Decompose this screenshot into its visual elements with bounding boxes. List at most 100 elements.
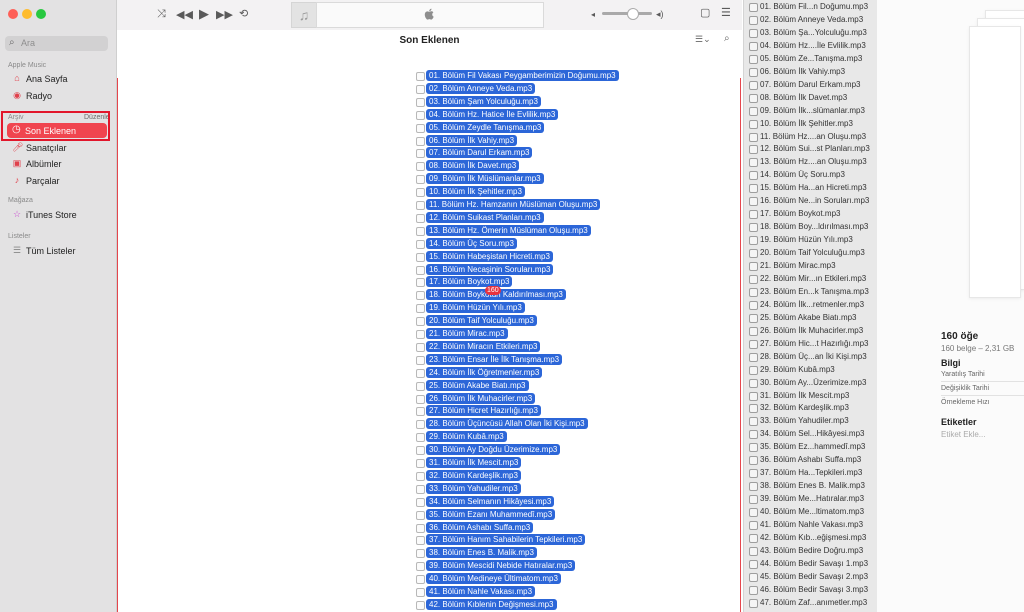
list-item[interactable]: 35. Bölüm Ez...hammedî.mp3 xyxy=(744,440,877,453)
list-item[interactable]: 24. Bölüm İlk...retmenler.mp3 xyxy=(744,298,877,311)
list-item[interactable]: 44. Bölüm Bedir Savaşı 1.mp3 xyxy=(744,557,877,570)
sidebar-item-label: Sanatçılar xyxy=(26,143,67,153)
section-playlists: Listeler xyxy=(8,233,31,240)
file-icon xyxy=(416,342,425,352)
list-item[interactable]: 10. Bölüm İlk Şehitler.mp3 xyxy=(744,117,877,130)
list-item[interactable]: 12. Bölüm Sui...st Planları.mp3 xyxy=(744,142,877,155)
previous-icon[interactable]: ◀◀ xyxy=(176,8,193,21)
list-item[interactable]: 03. Bölüm Şa...Yolculuğu.mp3 xyxy=(744,26,877,39)
modified-date-label: Değişiklik Tarihi xyxy=(941,385,990,392)
list-item[interactable]: 20. Bölüm Taif Yolculuğu.mp3 xyxy=(744,246,877,259)
file-name: 33. Bölüm Yahudiler.mp3 xyxy=(760,416,849,426)
next-icon[interactable]: ▶▶ xyxy=(216,8,233,21)
list-item[interactable]: 39. Bölüm Me...Hatıralar.mp3 xyxy=(744,492,877,505)
sidebar-item-all-playlists[interactable]: ☰ Tüm Listeler xyxy=(8,244,108,258)
list-item[interactable]: 41. Bölüm Nahle Vakası.mp3 xyxy=(744,518,877,531)
file-icon xyxy=(749,158,758,168)
list-item[interactable]: 33. Bölüm Yahudiler.mp3 xyxy=(744,414,877,427)
volume-high-icon: ◂) xyxy=(656,9,664,19)
file-icon xyxy=(416,471,425,481)
file-name: 29. Bölüm Kubâ.mp3 xyxy=(760,364,835,374)
sample-rate-label: Örnekleme Hızı xyxy=(941,399,990,406)
file-icon xyxy=(749,313,758,323)
zoom-window-button[interactable] xyxy=(36,9,46,19)
file-name: 44. Bölüm Bedir Savaşı 1.mp3 xyxy=(760,558,869,568)
close-window-button[interactable] xyxy=(8,9,18,19)
file-name: 39. Bölüm Mescidi Nebide Hatıralar.mp3 xyxy=(426,560,576,572)
sidebar-item-itunes-store[interactable]: ☆ iTunes Store xyxy=(8,208,108,222)
file-icon xyxy=(416,226,425,236)
list-item[interactable]: 01. Bölüm Fil...n Doğumu.mp3 xyxy=(744,0,877,13)
list-item[interactable]: 38. Bölüm Enes B. Malik.mp3 xyxy=(744,479,877,492)
list-item[interactable]: 05. Bölüm Ze...Tanışma.mp3 xyxy=(744,52,877,65)
music-note-icon: ♫ xyxy=(298,7,310,23)
file-icon xyxy=(749,28,758,38)
list-item[interactable]: 31. Bölüm İlk Mescit.mp3 xyxy=(744,389,877,402)
clock-icon: ◷ xyxy=(12,124,21,135)
play-icon[interactable]: ▶ xyxy=(199,6,209,22)
file-icon xyxy=(416,536,425,546)
list-item[interactable]: 17. Bölüm Boykot.mp3 xyxy=(744,207,877,220)
list-item[interactable]: 42. Bölüm Kıb...eğişmesi.mp3 xyxy=(744,531,877,544)
list-item[interactable]: 19. Bölüm Hüzün Yılı.mp3 xyxy=(744,233,877,246)
list-item[interactable]: 09. Bölüm İlk...slümanlar.mp3 xyxy=(744,104,877,117)
file-icon xyxy=(416,420,425,430)
volume-slider-knob[interactable] xyxy=(627,8,639,20)
list-item[interactable]: 29. Bölüm Kubâ.mp3 xyxy=(744,363,877,376)
list-item[interactable]: 27. Bölüm Hic...t Hazırlığı.mp3 xyxy=(744,337,877,350)
shuffle-icon[interactable]: ⤨ xyxy=(157,8,166,21)
search-icon[interactable]: ⌕ xyxy=(724,33,730,44)
list-item[interactable]: 28. Bölüm Üç...an İki Kişi.mp3 xyxy=(744,350,877,363)
file-icon xyxy=(416,239,425,249)
list-item[interactable]: 43. Bölüm Bedire Doğru.mp3 xyxy=(744,544,877,557)
list-item[interactable]: 21. Bölüm Mirac.mp3 xyxy=(744,259,877,272)
sidebar-item-songs[interactable]: ♪ Parçalar xyxy=(8,174,108,188)
list-item[interactable]: 06. Bölüm İlk Vahiy.mp3 xyxy=(744,65,877,78)
search-field[interactable]: ⌕ Ara xyxy=(5,36,108,51)
file-name: 07. Bölüm Darul Erkam.mp3 xyxy=(760,79,861,89)
list-item[interactable]: 18. Bölüm Boy...ldırılması.mp3 xyxy=(744,220,877,233)
list-item[interactable]: 34. Bölüm Sel...Hikâyesi.mp3 xyxy=(744,427,877,440)
list-item[interactable]: 13. Bölüm Hz....an Oluşu.mp3 xyxy=(744,155,877,168)
list-item[interactable]: 25. Bölüm Akabe Biatı.mp3 xyxy=(744,311,877,324)
sidebar-item-recently-added[interactable]: ◷ Son Eklenen xyxy=(7,123,107,138)
list-item[interactable]: 08. Bölüm İlk Davet.mp3 xyxy=(744,91,877,104)
sort-options-icon[interactable]: ☰⌄ xyxy=(695,34,711,45)
repeat-icon[interactable]: ⟲ xyxy=(239,7,248,20)
list-item[interactable]: 04. Bölüm Hz....İle Evlilik.mp3 xyxy=(744,39,877,52)
file-name: 19. Bölüm Hüzün Yılı.mp3 xyxy=(426,302,525,314)
file-name: 06. Bölüm İlk Vahiy.mp3 xyxy=(426,134,518,146)
list-item[interactable]: 45. Bölüm Bedir Savaşı 2.mp3 xyxy=(744,570,877,583)
list-item[interactable]: 02. Bölüm Anneye Veda.mp3 xyxy=(744,13,877,26)
volume-low-icon: ◂ xyxy=(591,10,596,19)
minimize-window-button[interactable] xyxy=(22,9,32,19)
list-item[interactable]: 15. Bölüm Ha...an Hicreti.mp3 xyxy=(744,181,877,194)
file-name: 25. Bölüm Akabe Biatı.mp3 xyxy=(760,312,857,322)
file-name: 16. Bölüm Ne...in Soruları.mp3 xyxy=(760,196,870,206)
list-item[interactable]: 23. Bölüm En...k Tanışma.mp3 xyxy=(744,285,877,298)
sidebar-item-home[interactable]: ⌂ Ana Sayfa xyxy=(8,72,108,86)
list-item[interactable]: 26. Bölüm İlk Muhacirler.mp3 xyxy=(744,324,877,337)
list-item[interactable]: 30. Bölüm Ay...Üzerimize.mp3 xyxy=(744,376,877,389)
list-item[interactable]: 14. Bölüm Üç Soru.mp3 xyxy=(744,168,877,181)
list-item[interactable]: 40. Bölüm Me...ltimatom.mp3 xyxy=(744,505,877,518)
lyrics-icon[interactable]: ▢ xyxy=(700,6,710,19)
list-item[interactable]: 07. Bölüm Darul Erkam.mp3 xyxy=(744,78,877,91)
sidebar-item-artists[interactable]: 🎤︎ Sanatçılar xyxy=(8,141,108,155)
list-item[interactable]: 36. Bölüm Ashabı Suffa.mp3 xyxy=(744,453,877,466)
sidebar-item-albums[interactable]: ▣ Albümler xyxy=(8,157,108,171)
list-item[interactable]: 16. Bölüm Ne...in Soruları.mp3 xyxy=(744,194,877,207)
file-icon xyxy=(749,119,758,129)
list-item[interactable]: 22. Bölüm Mir...ın Etkileri.mp3 xyxy=(744,272,877,285)
list-item[interactable]: 11. Bölüm Hz....an Oluşu.mp3 xyxy=(744,130,877,143)
list-item[interactable]: 32. Bölüm Kardeşlik.mp3 xyxy=(744,401,877,414)
queue-icon[interactable]: ☰ xyxy=(721,6,731,19)
list-item[interactable]: 47. Bölüm Zaf...anımetler.mp3 xyxy=(744,596,877,609)
list-item[interactable]: 46. Bölüm Bedir Savaşı 3.mp3 xyxy=(744,583,877,596)
sidebar-item-radio[interactable]: ◉ Radyo xyxy=(8,89,108,103)
star-icon: ☆ xyxy=(12,209,22,219)
list-item[interactable]: 37. Bölüm Ha...Tepkileri.mp3 xyxy=(744,466,877,479)
file-name: 30. Bölüm Ay Doğdu Üzerimize.mp3 xyxy=(426,444,561,456)
file-icon xyxy=(749,482,758,492)
add-tags-field[interactable]: Etiket Ekle... xyxy=(941,430,985,439)
